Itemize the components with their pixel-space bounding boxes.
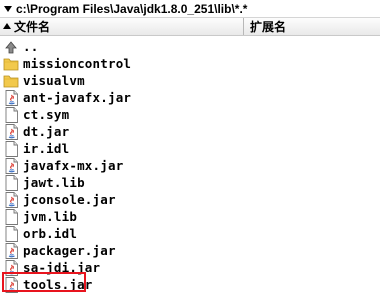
file-icon [3,208,19,225]
file-icon [3,106,19,123]
file-row[interactable]: dt.jar [0,123,380,140]
jar-file-icon [3,242,19,259]
file-row[interactable]: ct.sym [0,106,380,123]
column-header: 文件名 扩展名 [0,17,380,36]
file-row[interactable]: missioncontrol [0,55,380,72]
file-name: ant-javafx.jar [23,90,132,105]
folder-icon [3,73,19,89]
file-row[interactable]: ir.idl [0,140,380,157]
jar-file-icon [3,259,19,276]
file-name: jvm.lib [23,209,78,224]
file-row[interactable]: orb.idl [0,225,380,242]
column-name-header[interactable]: 文件名 [0,18,244,35]
file-name: javafx-mx.jar [23,158,124,173]
file-row[interactable]: ant-javafx.jar [0,89,380,106]
column-name-label: 文件名 [14,20,51,34]
file-icon [3,140,19,157]
file-name: ir.idl [23,141,70,156]
file-name: dt.jar [23,124,70,139]
file-row[interactable]: visualvm [0,72,380,89]
file-name: orb.idl [23,226,78,241]
file-row[interactable]: packager.jar [0,242,380,259]
file-name: jconsole.jar [23,192,116,207]
file-row[interactable]: jawt.lib [0,174,380,191]
jar-file-icon [3,276,19,293]
file-row[interactable]: .. [0,38,380,55]
file-row[interactable]: jconsole.jar [0,191,380,208]
jar-file-icon [3,123,19,140]
current-path: c:\Program Files\Java\jdk1.8.0_251\lib\*… [16,1,248,16]
file-name: .. [23,39,39,54]
file-icon [3,225,19,242]
file-row[interactable]: sa-jdi.jar [0,259,380,276]
sort-ascending-icon [3,22,11,29]
file-icon [3,174,19,191]
file-name: sa-jdi.jar [23,260,101,275]
file-name: packager.jar [23,243,116,258]
file-name: missioncontrol [23,56,132,71]
file-name: tools.jar [23,277,93,292]
jar-file-icon [3,89,19,106]
path-bar[interactable]: c:\Program Files\Java\jdk1.8.0_251\lib\*… [0,0,380,17]
column-ext-label: 扩展名 [250,20,287,34]
file-row[interactable]: jvm.lib [0,208,380,225]
folder-icon [3,56,19,72]
column-ext-header[interactable]: 扩展名 [244,18,286,35]
file-name: visualvm [23,73,85,88]
file-row[interactable]: tools.jar [0,276,380,293]
path-dropdown-icon[interactable] [4,5,12,12]
file-name: ct.sym [23,107,70,122]
file-row[interactable]: javafx-mx.jar [0,157,380,174]
file-list: .. missioncontrol visualvm ant-javafx.jar ct… [0,38,380,293]
up-arrow-icon [3,39,19,55]
file-name: jawt.lib [23,175,85,190]
jar-file-icon [3,191,19,208]
file-manager-window: c:\Program Files\Java\jdk1.8.0_251\lib\*… [0,0,380,298]
jar-file-icon [3,157,19,174]
